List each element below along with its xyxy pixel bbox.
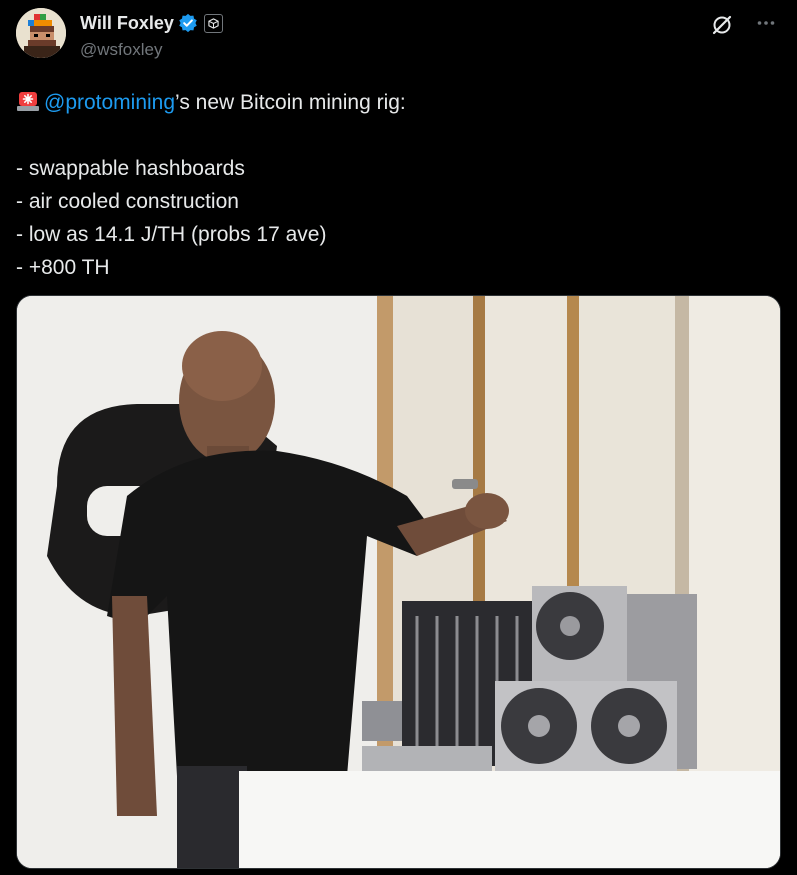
user-handle[interactable]: @wsfoxley — [80, 40, 223, 60]
verified-badge-icon — [178, 13, 198, 33]
avatar[interactable] — [16, 8, 66, 58]
display-name[interactable]: Will Foxley — [80, 13, 174, 34]
bullet-item: - low as 14.1 J/TH (probs 17 ave) — [16, 223, 327, 246]
post-text: @protomining’s new Bitcoin mining rig: -… — [16, 86, 776, 284]
grok-icon[interactable] — [709, 12, 735, 38]
more-options-icon[interactable] — [753, 10, 779, 36]
post-text-segment: ’s new Bitcoin mining rig: — [175, 91, 406, 114]
post-header: Will Foxley @wsfoxley — [16, 8, 781, 68]
photo-content — [17, 296, 780, 868]
rotating-light-icon — [16, 89, 40, 111]
organization-badge-icon[interactable] — [203, 13, 223, 33]
mention-link[interactable]: @protomining — [44, 91, 175, 114]
bullet-item: - +800 TH — [16, 256, 110, 279]
bullet-item: - swappable hashboards — [16, 157, 245, 180]
pixel-art-avatar-icon — [16, 8, 66, 58]
bullet-item: - air cooled construction — [16, 190, 239, 213]
post-photo[interactable] — [16, 295, 781, 869]
post-first-line: @protomining’s new Bitcoin mining rig: — [16, 86, 776, 119]
